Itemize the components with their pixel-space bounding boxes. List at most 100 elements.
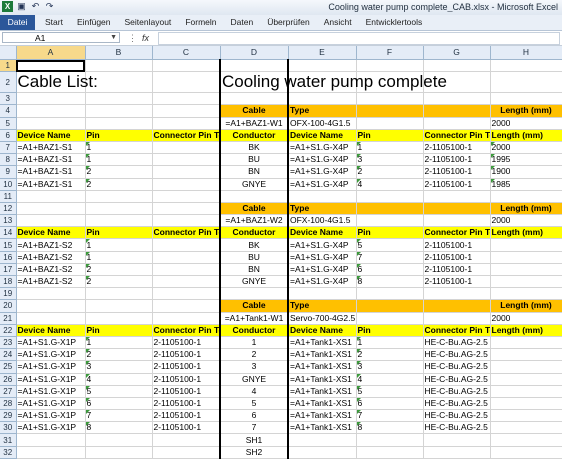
cell-G18[interactable]: 2-1105100-1 <box>423 275 491 289</box>
cell-B7[interactable]: 1 <box>85 141 153 155</box>
row-header[interactable]: 1 <box>0 59 17 73</box>
cell-A6[interactable]: Device Name <box>16 129 86 142</box>
column-header[interactable]: B <box>85 46 153 60</box>
cell-H21[interactable]: 2000 <box>490 312 562 325</box>
cell-B19[interactable] <box>85 287 153 301</box>
ribbon-tab[interactable]: Seitenlayout <box>118 15 179 30</box>
cell-C20[interactable] <box>152 299 221 313</box>
cell-D13[interactable]: =A1+BAZ1-W2 <box>219 214 289 228</box>
row-header[interactable]: 7 <box>0 141 17 155</box>
cell-D30[interactable]: 7 <box>219 421 289 435</box>
cell-H25[interactable] <box>490 360 562 374</box>
cell-G25[interactable]: HE-C-Bu.AG-2.5 <box>423 360 491 374</box>
cell-F14[interactable]: Pin <box>356 226 424 240</box>
cell-G9[interactable]: 2-1105100-1 <box>423 165 491 179</box>
cell-E31[interactable] <box>288 433 357 447</box>
cell-D24[interactable]: 2 <box>219 348 289 362</box>
cell-C4[interactable] <box>152 104 221 118</box>
cell-H18[interactable] <box>490 275 562 289</box>
ribbon-tab[interactable]: Formeln <box>178 15 223 30</box>
cell-D3[interactable] <box>219 92 289 106</box>
row-header[interactable]: 6 <box>0 129 17 142</box>
cell-F30[interactable]: 8 <box>356 421 424 435</box>
cell-C32[interactable] <box>152 446 221 459</box>
cell-D32[interactable]: SH2 <box>219 446 289 459</box>
cell-B4[interactable] <box>85 104 153 118</box>
cell-D10[interactable]: GNYE <box>219 178 289 191</box>
column-header[interactable]: E <box>288 46 357 60</box>
cell-H5[interactable]: 2000 <box>490 117 562 130</box>
row-header[interactable]: 10 <box>0 178 17 191</box>
cell-B17[interactable]: 2 <box>85 263 153 277</box>
cell-A20[interactable] <box>16 299 86 313</box>
cell-A5[interactable] <box>16 117 86 130</box>
cell-A14[interactable]: Device Name <box>16 226 86 240</box>
row-header[interactable]: 14 <box>0 226 17 240</box>
cell-C29[interactable]: 2-1105100-1 <box>152 409 221 423</box>
cell-D9[interactable]: BN <box>219 165 289 179</box>
cell-A26[interactable]: =A1+S1.G-X1P <box>16 373 86 386</box>
cell-F31[interactable] <box>356 433 424 447</box>
cell-H28[interactable] <box>490 397 562 411</box>
cell-C5[interactable] <box>152 117 221 130</box>
cell-G5[interactable] <box>423 117 491 130</box>
cell-C15[interactable] <box>152 238 221 252</box>
cell-C17[interactable] <box>152 263 221 277</box>
cell-F19[interactable] <box>356 287 424 301</box>
row-header[interactable]: 31 <box>0 433 17 447</box>
cell-H13[interactable]: 2000 <box>490 214 562 228</box>
row-header[interactable]: 15 <box>0 238 17 252</box>
cell-C19[interactable] <box>152 287 221 301</box>
cell-F26[interactable]: 4 <box>356 373 424 386</box>
cell-A10[interactable]: =A1+BAZ1-S1 <box>16 178 86 191</box>
cell-H4[interactable]: Length (mm) <box>490 104 562 118</box>
cell-B31[interactable] <box>85 433 153 447</box>
row-header[interactable]: 12 <box>0 202 17 216</box>
cell-A24[interactable]: =A1+S1.G-X1P <box>16 348 86 362</box>
cell-H30[interactable] <box>490 421 562 435</box>
cell-E29[interactable]: =A1+Tank1-XS1 <box>288 409 357 423</box>
cell-D17[interactable]: BN <box>219 263 289 277</box>
cell-C25[interactable]: 2-1105100-1 <box>152 360 221 374</box>
row-header[interactable]: 5 <box>0 117 17 130</box>
cell-B21[interactable] <box>85 312 153 325</box>
cell-G24[interactable]: HE-C-Bu.AG-2.5 <box>423 348 491 362</box>
cell-F1[interactable] <box>356 59 424 73</box>
cell-E11[interactable] <box>288 190 357 203</box>
cell-B10[interactable]: 2 <box>85 178 153 191</box>
cell-D6[interactable]: Conductor <box>219 129 289 142</box>
row-header[interactable]: 27 <box>0 385 17 398</box>
row-header[interactable]: 25 <box>0 360 17 374</box>
cell-F24[interactable]: 2 <box>356 348 424 362</box>
cell-E16[interactable]: =A1+S1.G-X4P <box>288 251 357 264</box>
cell-F18[interactable]: 8 <box>356 275 424 289</box>
cell-H2[interactable] <box>490 71 562 94</box>
cell-H24[interactable] <box>490 348 562 362</box>
cell-B8[interactable]: 1 <box>85 153 153 167</box>
cell-A29[interactable]: =A1+S1.G-X1P <box>16 409 86 423</box>
cell-A18[interactable]: =A1+BAZ1-S2 <box>16 275 86 289</box>
cell-B11[interactable] <box>85 190 153 203</box>
cell-F28[interactable]: 6 <box>356 397 424 411</box>
cell-C21[interactable] <box>152 312 221 325</box>
cell-F8[interactable]: 3 <box>356 153 424 167</box>
row-header[interactable]: 22 <box>0 324 17 337</box>
cell-G20[interactable] <box>423 299 491 313</box>
cell-H27[interactable] <box>490 385 562 398</box>
cell-E17[interactable]: =A1+S1.G-X4P <box>288 263 357 277</box>
cell-G12[interactable] <box>423 202 491 216</box>
cell-D15[interactable]: BK <box>219 238 289 252</box>
cell-F27[interactable]: 5 <box>356 385 424 398</box>
cell-D16[interactable]: BU <box>219 251 289 264</box>
cell-G7[interactable]: 2-1105100-1 <box>423 141 491 155</box>
cell-H16[interactable] <box>490 251 562 264</box>
cell-A30[interactable]: =A1+S1.G-X1P <box>16 421 86 435</box>
cell-B29[interactable]: 7 <box>85 409 153 423</box>
cell-F12[interactable] <box>356 202 424 216</box>
row-header[interactable]: 11 <box>0 190 17 203</box>
cell-A7[interactable]: =A1+BAZ1-S1 <box>16 141 86 155</box>
cell-E6[interactable]: Device Name <box>288 129 357 142</box>
cell-C6[interactable]: Connector Pin Te <box>152 129 221 142</box>
cell-A2[interactable]: Cable List: <box>16 71 98 94</box>
cell-H3[interactable] <box>490 92 562 106</box>
